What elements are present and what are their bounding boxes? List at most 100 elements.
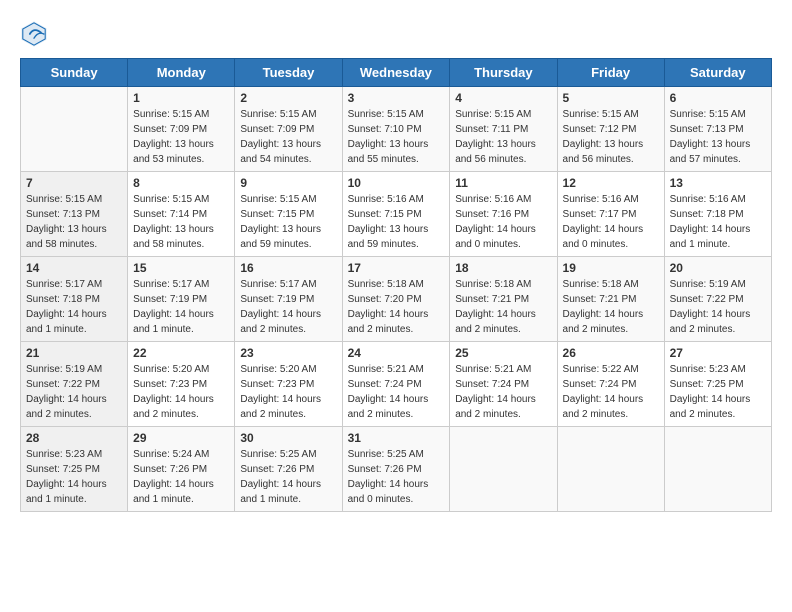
daylight: Daylight: 14 hours and 0 minutes. (563, 224, 644, 250)
sunset: Sunset: 7:26 PM (348, 464, 422, 475)
day-number: 1 (133, 91, 229, 105)
day-info: Sunrise: 5:15 AM Sunset: 7:09 PM Dayligh… (240, 107, 336, 167)
sunset: Sunset: 7:13 PM (670, 124, 744, 135)
sunrise: Sunrise: 5:17 AM (133, 279, 209, 290)
sunrise: Sunrise: 5:15 AM (133, 194, 209, 205)
day-number: 30 (240, 431, 336, 445)
daylight: Daylight: 14 hours and 0 minutes. (348, 479, 429, 505)
day-info: Sunrise: 5:15 AM Sunset: 7:13 PM Dayligh… (26, 192, 122, 252)
daylight: Daylight: 14 hours and 2 minutes. (670, 309, 751, 335)
day-of-week-wednesday: Wednesday (342, 59, 450, 87)
daylight: Daylight: 13 hours and 58 minutes. (133, 224, 214, 250)
sunrise: Sunrise: 5:19 AM (26, 364, 102, 375)
sunset: Sunset: 7:21 PM (455, 294, 529, 305)
header-row: SundayMondayTuesdayWednesdayThursdayFrid… (21, 59, 772, 87)
week-row-2: 7 Sunrise: 5:15 AM Sunset: 7:13 PM Dayli… (21, 172, 772, 257)
day-info: Sunrise: 5:15 AM Sunset: 7:11 PM Dayligh… (455, 107, 551, 167)
logo (20, 20, 52, 48)
sunset: Sunset: 7:25 PM (26, 464, 100, 475)
sunset: Sunset: 7:20 PM (348, 294, 422, 305)
day-info: Sunrise: 5:15 AM Sunset: 7:09 PM Dayligh… (133, 107, 229, 167)
sunrise: Sunrise: 5:20 AM (133, 364, 209, 375)
day-info: Sunrise: 5:23 AM Sunset: 7:25 PM Dayligh… (26, 447, 122, 507)
sunset: Sunset: 7:26 PM (240, 464, 314, 475)
daylight: Daylight: 13 hours and 56 minutes. (455, 139, 536, 165)
calendar-cell (450, 427, 557, 512)
daylight: Daylight: 14 hours and 1 minute. (670, 224, 751, 250)
day-number: 12 (563, 176, 659, 190)
day-number: 31 (348, 431, 445, 445)
week-row-1: 1 Sunrise: 5:15 AM Sunset: 7:09 PM Dayli… (21, 87, 772, 172)
sunset: Sunset: 7:15 PM (348, 209, 422, 220)
day-number: 24 (348, 346, 445, 360)
calendar-cell: 10 Sunrise: 5:16 AM Sunset: 7:15 PM Dayl… (342, 172, 450, 257)
sunset: Sunset: 7:25 PM (670, 379, 744, 390)
day-number: 13 (670, 176, 766, 190)
calendar-cell: 14 Sunrise: 5:17 AM Sunset: 7:18 PM Dayl… (21, 257, 128, 342)
calendar-cell: 4 Sunrise: 5:15 AM Sunset: 7:11 PM Dayli… (450, 87, 557, 172)
sunrise: Sunrise: 5:25 AM (348, 449, 424, 460)
calendar-cell: 8 Sunrise: 5:15 AM Sunset: 7:14 PM Dayli… (128, 172, 235, 257)
sunrise: Sunrise: 5:19 AM (670, 279, 746, 290)
calendar-cell: 20 Sunrise: 5:19 AM Sunset: 7:22 PM Dayl… (664, 257, 771, 342)
day-number: 20 (670, 261, 766, 275)
sunrise: Sunrise: 5:15 AM (240, 194, 316, 205)
week-row-3: 14 Sunrise: 5:17 AM Sunset: 7:18 PM Dayl… (21, 257, 772, 342)
calendar-table: SundayMondayTuesdayWednesdayThursdayFrid… (20, 58, 772, 512)
daylight: Daylight: 13 hours and 59 minutes. (240, 224, 321, 250)
day-number: 3 (348, 91, 445, 105)
calendar-cell: 2 Sunrise: 5:15 AM Sunset: 7:09 PM Dayli… (235, 87, 342, 172)
day-info: Sunrise: 5:15 AM Sunset: 7:15 PM Dayligh… (240, 192, 336, 252)
sunrise: Sunrise: 5:25 AM (240, 449, 316, 460)
calendar-cell: 26 Sunrise: 5:22 AM Sunset: 7:24 PM Dayl… (557, 342, 664, 427)
day-number: 16 (240, 261, 336, 275)
sunrise: Sunrise: 5:18 AM (348, 279, 424, 290)
daylight: Daylight: 13 hours and 58 minutes. (26, 224, 107, 250)
sunset: Sunset: 7:22 PM (670, 294, 744, 305)
sunrise: Sunrise: 5:16 AM (348, 194, 424, 205)
day-number: 7 (26, 176, 122, 190)
daylight: Daylight: 13 hours and 59 minutes. (348, 224, 429, 250)
calendar-cell: 11 Sunrise: 5:16 AM Sunset: 7:16 PM Dayl… (450, 172, 557, 257)
calendar-cell: 25 Sunrise: 5:21 AM Sunset: 7:24 PM Dayl… (450, 342, 557, 427)
sunrise: Sunrise: 5:20 AM (240, 364, 316, 375)
sunrise: Sunrise: 5:15 AM (348, 109, 424, 120)
day-info: Sunrise: 5:19 AM Sunset: 7:22 PM Dayligh… (670, 277, 766, 337)
daylight: Daylight: 13 hours and 57 minutes. (670, 139, 751, 165)
day-info: Sunrise: 5:16 AM Sunset: 7:18 PM Dayligh… (670, 192, 766, 252)
day-info: Sunrise: 5:15 AM Sunset: 7:10 PM Dayligh… (348, 107, 445, 167)
sunset: Sunset: 7:09 PM (240, 124, 314, 135)
daylight: Daylight: 14 hours and 2 minutes. (348, 394, 429, 420)
day-info: Sunrise: 5:22 AM Sunset: 7:24 PM Dayligh… (563, 362, 659, 422)
sunset: Sunset: 7:18 PM (26, 294, 100, 305)
day-info: Sunrise: 5:18 AM Sunset: 7:21 PM Dayligh… (455, 277, 551, 337)
daylight: Daylight: 14 hours and 2 minutes. (563, 394, 644, 420)
day-info: Sunrise: 5:17 AM Sunset: 7:18 PM Dayligh… (26, 277, 122, 337)
day-info: Sunrise: 5:15 AM Sunset: 7:12 PM Dayligh… (563, 107, 659, 167)
day-info: Sunrise: 5:19 AM Sunset: 7:22 PM Dayligh… (26, 362, 122, 422)
day-number: 10 (348, 176, 445, 190)
day-number: 8 (133, 176, 229, 190)
daylight: Daylight: 14 hours and 1 minute. (26, 479, 107, 505)
day-of-week-saturday: Saturday (664, 59, 771, 87)
calendar-cell: 27 Sunrise: 5:23 AM Sunset: 7:25 PM Dayl… (664, 342, 771, 427)
day-number: 19 (563, 261, 659, 275)
daylight: Daylight: 14 hours and 2 minutes. (348, 309, 429, 335)
day-number: 27 (670, 346, 766, 360)
day-number: 6 (670, 91, 766, 105)
sunrise: Sunrise: 5:17 AM (240, 279, 316, 290)
day-number: 29 (133, 431, 229, 445)
daylight: Daylight: 14 hours and 2 minutes. (240, 309, 321, 335)
general-blue-icon (20, 20, 48, 48)
calendar-cell: 7 Sunrise: 5:15 AM Sunset: 7:13 PM Dayli… (21, 172, 128, 257)
daylight: Daylight: 13 hours and 53 minutes. (133, 139, 214, 165)
calendar-cell (21, 87, 128, 172)
sunset: Sunset: 7:19 PM (240, 294, 314, 305)
sunrise: Sunrise: 5:15 AM (26, 194, 102, 205)
calendar-cell: 3 Sunrise: 5:15 AM Sunset: 7:10 PM Dayli… (342, 87, 450, 172)
day-number: 26 (563, 346, 659, 360)
daylight: Daylight: 14 hours and 2 minutes. (26, 394, 107, 420)
day-number: 4 (455, 91, 551, 105)
calendar-cell: 24 Sunrise: 5:21 AM Sunset: 7:24 PM Dayl… (342, 342, 450, 427)
sunset: Sunset: 7:13 PM (26, 209, 100, 220)
